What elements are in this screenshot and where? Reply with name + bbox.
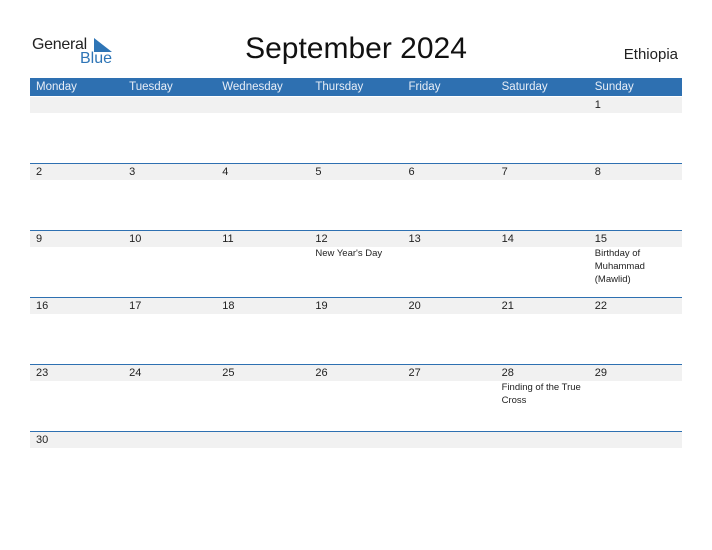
day-number: 18: [222, 300, 235, 312]
day-cell: 18: [216, 298, 309, 364]
day-cell: 13: [403, 231, 496, 297]
day-cell: 20: [403, 298, 496, 364]
day-cell: 14: [496, 231, 589, 297]
day-number: 9: [36, 233, 43, 245]
day-cell: 27: [403, 365, 496, 431]
weekday-sunday: Sunday: [594, 81, 634, 93]
day-number: 24: [129, 367, 142, 379]
day-cell: 9: [30, 231, 123, 297]
day-cell: 23: [30, 365, 123, 431]
day-cell: 5: [309, 164, 402, 230]
day-number: 4: [222, 166, 229, 178]
day-cell: 7: [496, 164, 589, 230]
day-cell: 16: [30, 298, 123, 364]
day-number: 22: [594, 300, 607, 312]
day-number: 15: [594, 233, 607, 245]
day-cell: 4: [216, 164, 309, 230]
day-cell: [309, 97, 402, 163]
day-cell: [309, 432, 402, 498]
day-number: 6: [408, 166, 415, 178]
day-number: 1: [594, 99, 601, 111]
day-number: 14: [501, 233, 514, 245]
day-cell: [496, 97, 589, 163]
weekday-saturday: Saturday: [501, 81, 548, 93]
week-row: 1: [30, 96, 682, 163]
day-cell: [589, 432, 682, 498]
day-cell: 22: [589, 298, 682, 364]
day-cell: 19: [309, 298, 402, 364]
holiday-label: New Year's Day: [315, 248, 383, 259]
day-cell: 29: [589, 365, 682, 431]
weekday-wednesday: Wednesday: [222, 81, 283, 93]
day-cell: [403, 97, 496, 163]
day-number: 7: [501, 166, 508, 178]
weekday-friday: Friday: [408, 81, 441, 93]
day-cell: 25: [216, 365, 309, 431]
day-cell: 6: [403, 164, 496, 230]
day-number: 30: [36, 434, 49, 446]
day-cell: 10: [123, 231, 216, 297]
weekday-thursday: Thursday: [315, 81, 364, 93]
day-number: 8: [594, 166, 601, 178]
holiday-label: Finding of the True Cross: [501, 382, 581, 406]
day-number: 26: [315, 367, 328, 379]
week-row: 2 3 4 5 6 7 8: [30, 163, 682, 230]
day-number: 2: [36, 166, 43, 178]
day-number: 17: [129, 300, 142, 312]
day-number: 29: [594, 367, 607, 379]
week-row: 16 17 18 19 20 21 22: [30, 297, 682, 364]
day-cell: 15 Birthday of Muhammad (Mawlid): [589, 231, 682, 297]
weekday-tuesday: Tuesday: [129, 81, 173, 93]
day-number: 28: [501, 367, 514, 379]
day-cell: 21: [496, 298, 589, 364]
day-number: 3: [129, 166, 136, 178]
weekday-monday: Monday: [36, 81, 77, 93]
day-cell: [123, 97, 216, 163]
day-number: 19: [315, 300, 328, 312]
day-cell: 24: [123, 365, 216, 431]
day-cell: 28 Finding of the True Cross: [496, 365, 589, 431]
holiday-label: Birthday of Muhammad (Mawlid): [594, 248, 645, 285]
weekday-header: Monday Tuesday Wednesday Thursday Friday…: [30, 78, 682, 96]
day-cell: 1: [589, 97, 682, 163]
day-cell: 12 New Year's Day: [309, 231, 402, 297]
day-cell: [216, 432, 309, 498]
calendar-title: September 2024: [245, 32, 467, 65]
day-number: 25: [222, 367, 235, 379]
day-cell: [496, 432, 589, 498]
calendar-grid: Monday Tuesday Wednesday Thursday Friday…: [30, 78, 682, 498]
day-cell: 30: [30, 432, 123, 498]
day-number: 16: [36, 300, 49, 312]
day-number: 20: [408, 300, 421, 312]
day-cell: 2: [30, 164, 123, 230]
country-label: Ethiopia: [623, 46, 678, 63]
week-row: 30: [30, 431, 682, 498]
day-number: 11: [222, 233, 234, 245]
day-cell: 26: [309, 365, 402, 431]
day-number: 10: [129, 233, 142, 245]
day-number: 27: [408, 367, 421, 379]
day-cell: [216, 97, 309, 163]
day-cell: 3: [123, 164, 216, 230]
week-row: 23 24 25 26 27 28 Finding of the True Cross 29: [30, 364, 682, 431]
day-number: 5: [315, 166, 322, 178]
day-cell: 8: [589, 164, 682, 230]
day-cell: [123, 432, 216, 498]
day-cell: [30, 97, 123, 163]
day-cell: [403, 432, 496, 498]
day-number: 13: [408, 233, 421, 245]
day-cell: 11: [216, 231, 309, 297]
day-cell: 17: [123, 298, 216, 364]
week-row: 9 10 11 12 New Year's Day 13 14 15 Birthday of M…: [30, 230, 682, 297]
day-number: 21: [501, 300, 514, 312]
day-number: 12: [315, 233, 328, 245]
day-number: 23: [36, 367, 49, 379]
